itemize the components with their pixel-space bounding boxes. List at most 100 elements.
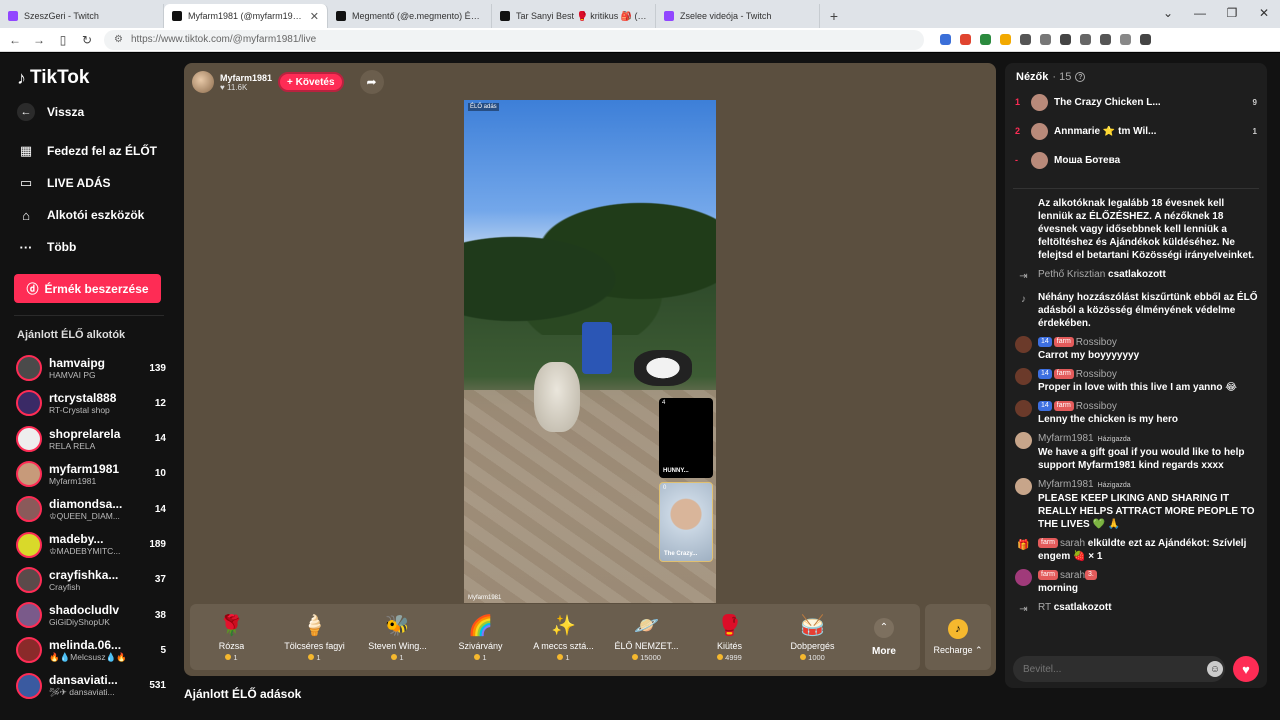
extension-icon[interactable] bbox=[1080, 34, 1091, 45]
extension-icon[interactable] bbox=[940, 34, 951, 45]
chat-avatar[interactable] bbox=[1015, 569, 1032, 586]
chat-username[interactable]: sarah bbox=[1060, 570, 1085, 581]
creator-item[interactable]: madeby... ♔MADEBYMITC... 189 bbox=[16, 528, 166, 562]
back-arrow-icon[interactable]: ← bbox=[8, 33, 22, 47]
site-info-icon[interactable]: ⚙ bbox=[114, 34, 123, 45]
message-body: 14 farm Rossiboy Proper in love with this l… bbox=[1038, 368, 1261, 394]
chat-username[interactable]: Rossiboy bbox=[1076, 401, 1117, 412]
guest-count: 0 bbox=[663, 485, 667, 491]
creator-name: crayfishka... bbox=[49, 567, 119, 582]
join-icon: ⇥ bbox=[1019, 271, 1028, 282]
viewer-item[interactable]: - Моша Ботева bbox=[1015, 149, 1257, 171]
creator-avatar bbox=[16, 460, 42, 487]
creator-item[interactable]: diamondsa... ♔QUEEN_DIAM... 14 bbox=[16, 492, 166, 526]
live-video[interactable]: ÉLŐ adás Myfarm1981 4 HUNNY... 0 The Cra… bbox=[464, 100, 716, 603]
browser-tab[interactable]: Myfarm1981 (@myfarm1981) ÉLŐ ✕ bbox=[164, 4, 328, 28]
gift-item[interactable]: ✨ A meccs sztá... 1 bbox=[522, 613, 605, 662]
extension-icon[interactable] bbox=[960, 34, 971, 45]
host-avatar[interactable] bbox=[192, 71, 214, 93]
creator-avatar bbox=[16, 531, 42, 558]
help-icon[interactable]: ? bbox=[1075, 72, 1086, 82]
extension-icon[interactable] bbox=[1020, 34, 1031, 45]
creator-item[interactable]: shadocludlv GiGiDiyShopUK 38 bbox=[16, 598, 166, 632]
extension-icon[interactable] bbox=[1120, 34, 1131, 45]
chat-message-text: We have a gift goal if you would like to… bbox=[1038, 447, 1245, 471]
gift-item[interactable]: 🥁 Dobpergés 1000 bbox=[771, 613, 854, 662]
chat-username[interactable]: Rossiboy bbox=[1076, 369, 1117, 380]
sidebar-item-creator-tools[interactable]: ⌂ Alkotói eszközök bbox=[17, 206, 144, 224]
chevron-down-icon[interactable]: ⌄ bbox=[1152, 0, 1184, 28]
restore-icon[interactable]: ❐ bbox=[1216, 0, 1248, 28]
share-icon[interactable]: ➦ bbox=[359, 70, 384, 94]
sidebar-item-explore-live[interactable]: ▦ Fedezd fel az ÉLŐT bbox=[17, 142, 157, 160]
bookmark-icon[interactable]: ▯ bbox=[56, 33, 70, 47]
viewer-item[interactable]: 2 Annmarie ⭐ tm Wil... 1 bbox=[1015, 120, 1257, 142]
guest-tile[interactable]: 0 The Crazy... bbox=[659, 482, 713, 562]
chat-username[interactable]: Rossiboy bbox=[1076, 337, 1117, 348]
chat-username[interactable]: RT bbox=[1038, 602, 1051, 613]
chat-username[interactable]: Myfarm1981 bbox=[1038, 433, 1094, 444]
extension-icon[interactable] bbox=[1100, 34, 1111, 45]
creator-item[interactable]: shoprelarela RELA RELA 14 bbox=[16, 422, 166, 456]
browser-tab[interactable]: Megmentő (@e.megmento) ÉLŐ adá bbox=[328, 4, 492, 28]
chat-avatar[interactable] bbox=[1015, 336, 1032, 353]
minimize-icon[interactable]: — bbox=[1184, 0, 1216, 28]
forward-arrow-icon[interactable]: → bbox=[32, 33, 46, 47]
creator-item[interactable]: rtcrystal888 RT-Crystal shop 12 bbox=[16, 386, 166, 420]
creator-names: crayfishka... Crayfish bbox=[49, 568, 135, 592]
gift-item[interactable]: 🍦 Tölcséres fagyi 1 bbox=[273, 613, 356, 662]
level-badge: 14 bbox=[1038, 337, 1052, 348]
browser-tab[interactable]: SzeszGeri - Twitch bbox=[0, 4, 164, 28]
creator-item[interactable]: myfarm1981 Myfarm1981 10 bbox=[16, 457, 166, 491]
chat-avatar[interactable] bbox=[1015, 432, 1032, 449]
sidebar-item-live[interactable]: ▭ LIVE ADÁS bbox=[17, 174, 111, 192]
gift-item[interactable]: 🌈 Szivárvány 1 bbox=[439, 613, 522, 662]
extension-icon[interactable] bbox=[1060, 34, 1071, 45]
get-coins-button[interactable]: ⓓ Érmék beszerzése bbox=[14, 274, 161, 303]
emoji-icon[interactable]: ☺ bbox=[1207, 661, 1223, 677]
gift-name: Szivárvány bbox=[458, 640, 503, 651]
url-field[interactable]: ⚙ https://www.tiktok.com/@myfarm1981/liv… bbox=[104, 29, 924, 50]
chat-username[interactable]: Myfarm1981 bbox=[1038, 479, 1094, 490]
viewer-item[interactable]: 1 The Crazy Chicken L... 9 bbox=[1015, 91, 1257, 113]
more-gifts-button[interactable]: ⌃ More bbox=[854, 617, 914, 657]
gift-item[interactable]: 🥊 Kiütés 4999 bbox=[688, 613, 771, 662]
chat-avatar[interactable] bbox=[1015, 368, 1032, 385]
creator-item[interactable]: crayfishka... Crayfish 37 bbox=[16, 563, 166, 597]
new-tab-button[interactable]: + bbox=[820, 4, 848, 28]
extension-icon[interactable] bbox=[980, 34, 991, 45]
back-label: Vissza bbox=[47, 105, 85, 119]
video-live-label: ÉLŐ adás bbox=[468, 103, 499, 111]
sidebar-item-more[interactable]: ··· Több bbox=[17, 238, 77, 256]
host-name[interactable]: Myfarm1981 bbox=[220, 73, 272, 83]
browser-tab[interactable]: Zselee videója - Twitch bbox=[656, 4, 820, 28]
heart-like-icon[interactable]: ♥ bbox=[1233, 656, 1259, 682]
browser-tab[interactable]: Tar Sanyi Best 🥊 kritikus 🎒 (@szop bbox=[492, 4, 656, 28]
extension-icon[interactable] bbox=[1040, 34, 1051, 45]
gift-item[interactable]: 🪐 ÉLŐ NEMZET... 15000 bbox=[605, 613, 688, 662]
chat-avatar[interactable] bbox=[1015, 400, 1032, 417]
tab-close-icon[interactable]: ✕ bbox=[310, 10, 319, 23]
gift-item[interactable]: 🐝 Steven Wing... 1 bbox=[356, 613, 439, 662]
guest-tile[interactable]: 4 HUNNY... bbox=[659, 398, 713, 478]
chat-input[interactable] bbox=[1013, 656, 1225, 682]
tiktok-logo[interactable]: ♪ TikTok bbox=[17, 67, 89, 89]
join-text: csatlakozott bbox=[1108, 269, 1166, 280]
host-badge: Házigazda bbox=[1097, 436, 1131, 443]
chat-username[interactable]: Pethő Krisztian bbox=[1038, 269, 1105, 280]
gift-item[interactable]: 🌹 Rózsa 1 bbox=[190, 613, 273, 662]
extension-icon[interactable] bbox=[1000, 34, 1011, 45]
creator-item[interactable]: dansaviati... 🛩✈ dansaviati... 531 bbox=[16, 669, 166, 703]
chat-username[interactable]: sarah bbox=[1060, 538, 1085, 549]
recharge-button[interactable]: ♪ Recharge ⌃ bbox=[925, 604, 991, 670]
reload-icon[interactable]: ↻ bbox=[80, 33, 94, 47]
chat-message: Myfarm1981 Házigazda PLEASE KEEP LIKING AN… bbox=[1015, 478, 1261, 531]
chat-avatar[interactable] bbox=[1015, 478, 1032, 495]
close-icon[interactable]: ✕ bbox=[1248, 0, 1280, 28]
menu-icon[interactable] bbox=[1140, 34, 1151, 45]
follow-button[interactable]: + Követés bbox=[278, 72, 344, 92]
creator-item[interactable]: hamvaipg HAMVAI PG 139 bbox=[16, 351, 166, 385]
back-link[interactable]: ← Vissza bbox=[17, 103, 84, 121]
coin-icon bbox=[632, 654, 639, 660]
creator-item[interactable]: melinda.06... 🔥💧Melcsusz💧🔥 5 bbox=[16, 633, 166, 667]
